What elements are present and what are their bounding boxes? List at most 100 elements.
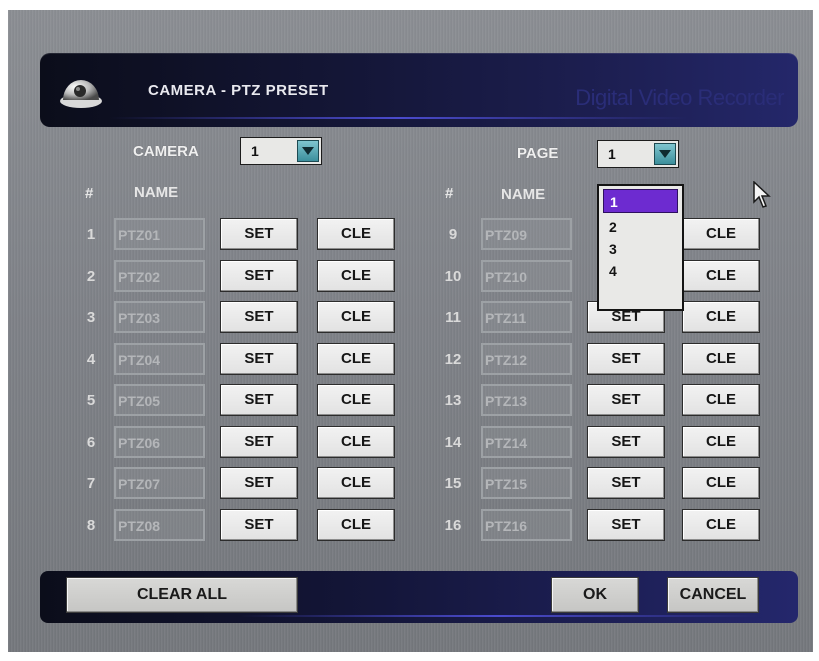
preset-name-field[interactable]: PTZ14 [481, 426, 572, 458]
clear-button[interactable]: CLE [317, 218, 395, 250]
preset-name-value: PTZ11 [485, 310, 527, 326]
mouse-cursor-icon [753, 180, 773, 214]
set-button[interactable]: SET [587, 426, 665, 458]
clear-button[interactable]: CLE [682, 260, 760, 292]
preset-number: 8 [86, 517, 96, 534]
page-select[interactable]: 1 [597, 140, 679, 168]
preset-number: 13 [444, 392, 462, 409]
set-button[interactable]: SET [220, 384, 298, 416]
page-option[interactable]: 3 [603, 237, 678, 261]
preset-name-field[interactable]: PTZ11 [481, 301, 572, 333]
set-button[interactable]: SET [220, 426, 298, 458]
preset-name-value: PTZ01 [118, 227, 161, 243]
clear-button[interactable]: CLE [682, 426, 760, 458]
preset-name-value: PTZ02 [118, 269, 161, 285]
preset-name-field[interactable]: PTZ07 [114, 467, 205, 499]
chevron-down-icon[interactable] [654, 143, 676, 165]
preset-number: 3 [86, 309, 96, 326]
preset-number: 5 [86, 392, 96, 409]
page-option[interactable]: 1 [603, 189, 678, 213]
clear-button[interactable]: CLE [317, 260, 395, 292]
page-title: CAMERA - PTZ PRESET [148, 82, 329, 99]
clear-button[interactable]: CLE [682, 301, 760, 333]
preset-name-field[interactable]: PTZ09 [481, 218, 572, 250]
preset-number: 12 [444, 351, 462, 368]
clear-button[interactable]: CLE [317, 301, 395, 333]
set-button[interactable]: SET [587, 384, 665, 416]
preset-name-value: PTZ08 [118, 518, 161, 534]
preset-number: 4 [86, 351, 96, 368]
clear-button[interactable]: CLE [682, 509, 760, 541]
preset-name-value: PTZ03 [118, 310, 161, 326]
preset-name-value: PTZ10 [485, 269, 528, 285]
clear-all-button[interactable]: CLEAR ALL [66, 577, 298, 613]
column-header-number: # [85, 185, 94, 202]
header-underline [110, 117, 688, 119]
brand-title: Digital Video Recorder [575, 85, 784, 110]
chevron-down-icon[interactable] [297, 140, 319, 162]
clear-button[interactable]: CLE [317, 509, 395, 541]
preset-name-field[interactable]: PTZ10 [481, 260, 572, 292]
preset-number: 16 [444, 517, 462, 534]
page-label: PAGE [517, 145, 559, 162]
set-button[interactable]: SET [220, 509, 298, 541]
column-header-name: NAME [134, 184, 179, 201]
preset-name-field[interactable]: PTZ05 [114, 384, 205, 416]
preset-number: 11 [445, 309, 461, 326]
clear-button[interactable]: CLE [682, 384, 760, 416]
preset-number: 15 [444, 475, 462, 492]
clear-button[interactable]: CLE [317, 426, 395, 458]
preset-name-value: PTZ04 [118, 352, 161, 368]
preset-name-value: PTZ16 [485, 518, 528, 534]
clear-button[interactable]: CLE [682, 218, 760, 250]
set-button[interactable]: SET [587, 343, 665, 375]
set-button[interactable]: SET [220, 343, 298, 375]
preset-number: 6 [86, 434, 96, 451]
preset-number: 10 [444, 268, 462, 285]
preset-name-field[interactable]: PTZ16 [481, 509, 572, 541]
preset-name-value: PTZ14 [485, 435, 528, 451]
preset-name-field[interactable]: PTZ04 [114, 343, 205, 375]
clear-button[interactable]: CLE [682, 343, 760, 375]
set-button[interactable]: SET [587, 509, 665, 541]
preset-name-field[interactable]: PTZ12 [481, 343, 572, 375]
clear-button[interactable]: CLE [317, 384, 395, 416]
set-button[interactable]: SET [220, 467, 298, 499]
preset-name-field[interactable]: PTZ06 [114, 426, 205, 458]
clear-button[interactable]: CLE [317, 467, 395, 499]
ok-button[interactable]: OK [551, 577, 639, 613]
cancel-button[interactable]: CANCEL [667, 577, 759, 613]
preset-number: 1 [86, 226, 96, 243]
set-button[interactable]: SET [220, 301, 298, 333]
page-option[interactable]: 2 [603, 215, 678, 239]
preset-name-field[interactable]: PTZ15 [481, 467, 572, 499]
preset-name-field[interactable]: PTZ03 [114, 301, 205, 333]
preset-name-field[interactable]: PTZ08 [114, 509, 205, 541]
preset-name-field[interactable]: PTZ02 [114, 260, 205, 292]
camera-label: CAMERA [133, 143, 199, 160]
page-select-value: 1 [608, 146, 616, 162]
preset-number: 9 [448, 226, 458, 243]
preset-name-value: PTZ06 [118, 435, 161, 451]
camera-select[interactable]: 1 [240, 137, 322, 165]
set-button[interactable]: SET [220, 218, 298, 250]
preset-name-value: PTZ09 [485, 227, 528, 243]
preset-name-field[interactable]: PTZ13 [481, 384, 572, 416]
preset-name-value: PTZ07 [118, 476, 161, 492]
preset-number: 14 [444, 434, 462, 451]
column-header-name: NAME [501, 186, 546, 203]
camera-select-value: 1 [251, 143, 259, 159]
preset-name-value: PTZ13 [485, 393, 528, 409]
preset-name-value: PTZ05 [118, 393, 161, 409]
set-button[interactable]: SET [220, 260, 298, 292]
clear-button[interactable]: CLE [317, 343, 395, 375]
preset-number: 7 [86, 475, 96, 492]
dvr-screen: CAMERA - PTZ PRESET Digital Video Record… [8, 10, 813, 652]
preset-name-field[interactable]: PTZ01 [114, 218, 205, 250]
header-bar: CAMERA - PTZ PRESET Digital Video Record… [40, 53, 798, 127]
clear-button[interactable]: CLE [682, 467, 760, 499]
set-button[interactable]: SET [587, 467, 665, 499]
page-option[interactable]: 4 [603, 259, 678, 283]
preset-number: 2 [86, 268, 96, 285]
preset-name-value: PTZ15 [485, 476, 528, 492]
